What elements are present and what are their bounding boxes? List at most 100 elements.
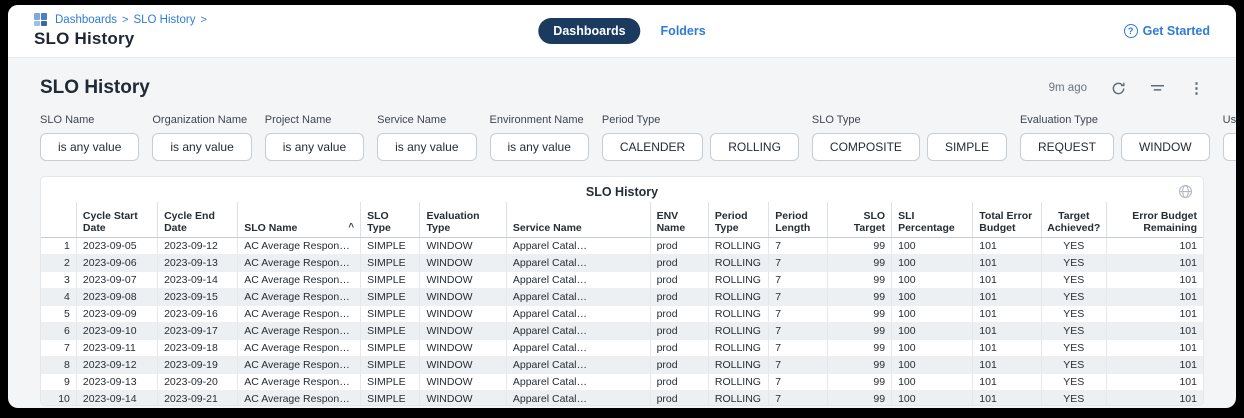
column-header-env_name[interactable]: ENV Name [650,202,708,237]
cell-cycle_start_date: 2023-09-09 [76,305,157,322]
dashboard-header: SLO History 9m ago [40,75,1204,101]
breadcrumb-link[interactable]: Dashboards [55,14,117,26]
get-started-button[interactable]: ? Get Started [1124,24,1210,38]
filter-option[interactable]: SIMPLE [927,133,1007,161]
cell-idx: 9 [41,373,76,390]
cell-period_type: ROLLING [708,271,768,288]
table-row: 22023-09-062023-09-13AC Average Response… [41,254,1203,271]
cell-target_achieved: YES [1042,356,1107,373]
cell-slo_target: 99 [827,322,892,339]
refresh-button[interactable] [1111,81,1126,96]
cell-slo_type: SIMPLE [361,339,420,356]
cell-cycle_start_date: 2023-09-08 [76,288,157,305]
slo-history-table: Cycle Start DateCycle End DateSLO Name^S… [41,202,1203,406]
column-header-period_length[interactable]: Period Length [769,202,827,237]
filter-group-project-name: Project Nameis any value [265,114,364,161]
column-header-cycle_end_date[interactable]: Cycle End Date [158,202,238,237]
more-menu-button[interactable]: ⋮ [1189,79,1204,97]
cell-env_name: prod [650,390,708,406]
filter-option[interactable]: is any value [377,133,476,161]
cell-sli_percentage: 100 [892,322,973,339]
filter-label: User Journey [1223,114,1236,126]
cell-slo_name: AC Average Response Time [238,390,361,406]
filter-group-user-journey: User Journey is any value [1223,114,1236,161]
cell-evaluation_type: WINDOW [420,237,506,254]
column-header-total_error_budget[interactable]: Total Error Budget [973,202,1042,237]
column-header-label: SLO Target [834,210,886,234]
column-header-slo_name[interactable]: SLO Name^ [238,202,361,237]
tab-dashboards[interactable]: Dashboards [538,18,640,44]
cell-slo_name: AC Average Response Time [238,237,361,254]
column-header-cycle_start_date[interactable]: Cycle Start Date [76,202,157,237]
filter-option[interactable]: CALENDER [602,133,703,161]
column-header-label: Period Length [775,210,820,234]
filter-options: COMPOSITESIMPLE [812,133,1007,161]
filters-toggle-button[interactable] [1150,82,1165,95]
filter-option[interactable]: is any value [152,133,251,161]
column-header-sli_percentage[interactable]: SLI Percentage [892,202,973,237]
filter-options: is any value [40,133,139,161]
filter-icon [1150,82,1165,95]
breadcrumb-link[interactable]: SLO History [133,14,195,26]
filter-option[interactable]: COMPOSITE [812,133,920,161]
cell-slo_name: AC Average Response Time [238,339,361,356]
cell-error_budget_remaining: 101 [1106,356,1203,373]
cell-evaluation_type: WINDOW [420,271,506,288]
cell-period_type: ROLLING [708,322,768,339]
column-header-slo_target[interactable]: SLO Target [827,202,892,237]
cell-env_name: prod [650,373,708,390]
column-header-target_achieved[interactable]: Target Achieved? [1042,202,1107,237]
cell-period_length: 7 [769,271,827,288]
column-header-period_type[interactable]: Period Type [708,202,768,237]
filter-option[interactable]: is any value [1223,133,1236,161]
filter-options: is any value [152,133,251,161]
column-header-label: SLO Name [244,222,297,234]
cell-cycle_end_date: 2023-09-19 [158,356,238,373]
cell-slo_target: 99 [827,373,892,390]
column-header-label: Period Type [715,210,762,234]
filter-option[interactable]: is any value [490,133,589,161]
cell-sli_percentage: 100 [892,271,973,288]
filter-option[interactable]: REQUEST [1020,133,1114,161]
cell-service_name: Apparel Catal… [506,356,650,373]
table-row: 102023-09-142023-09-21AC Average Respons… [41,390,1203,406]
column-header-idx[interactable] [41,202,76,237]
column-header-slo_type[interactable]: SLO Type [361,202,420,237]
tab-folders[interactable]: Folders [661,24,706,38]
cell-idx: 8 [41,356,76,373]
cell-slo_type: SIMPLE [361,254,420,271]
filter-option[interactable]: is any value [265,133,364,161]
column-header-label: Error Budget Remaining [1113,210,1197,234]
filter-option[interactable]: is any value [40,133,139,161]
cell-sli_percentage: 100 [892,356,973,373]
cell-cycle_start_date: 2023-09-06 [76,254,157,271]
table-row: 82023-09-122023-09-19AC Average Response… [41,356,1203,373]
cell-cycle_start_date: 2023-09-13 [76,373,157,390]
column-header-label: Total Error Budget [979,210,1035,234]
column-header-content: SLO Type [367,210,413,234]
column-header-error_budget_remaining[interactable]: Error Budget Remaining [1106,202,1203,237]
explore-from-here-button[interactable] [1178,184,1193,199]
filter-option[interactable]: WINDOW [1121,133,1210,161]
cell-slo_name: AC Average Response Time [238,356,361,373]
cell-cycle_end_date: 2023-09-18 [158,339,238,356]
cell-sli_percentage: 100 [892,339,973,356]
filter-label: Service Name [377,114,476,126]
cell-target_achieved: YES [1042,288,1107,305]
cell-total_error_budget: 101 [973,305,1042,322]
filter-option[interactable]: ROLLING [710,133,799,161]
column-header-service_name[interactable]: Service Name [506,202,650,237]
cell-period_type: ROLLING [708,390,768,406]
cell-sli_percentage: 100 [892,288,973,305]
app-window: Dashboards>SLO History> SLO History Dash… [8,5,1236,408]
cell-slo_name: AC Average Response Time [238,254,361,271]
cell-slo_target: 99 [827,288,892,305]
column-header-label: Cycle Start Date [83,210,151,234]
filter-options: is any value [377,133,476,161]
cell-cycle_start_date: 2023-09-05 [76,237,157,254]
cell-error_budget_remaining: 101 [1106,254,1203,271]
column-header-evaluation_type[interactable]: Evaluation Type [420,202,506,237]
column-header-content: Cycle End Date [164,210,231,234]
filter-group-slo-type: SLO TypeCOMPOSITESIMPLE [812,114,1007,161]
cell-period_length: 7 [769,373,827,390]
